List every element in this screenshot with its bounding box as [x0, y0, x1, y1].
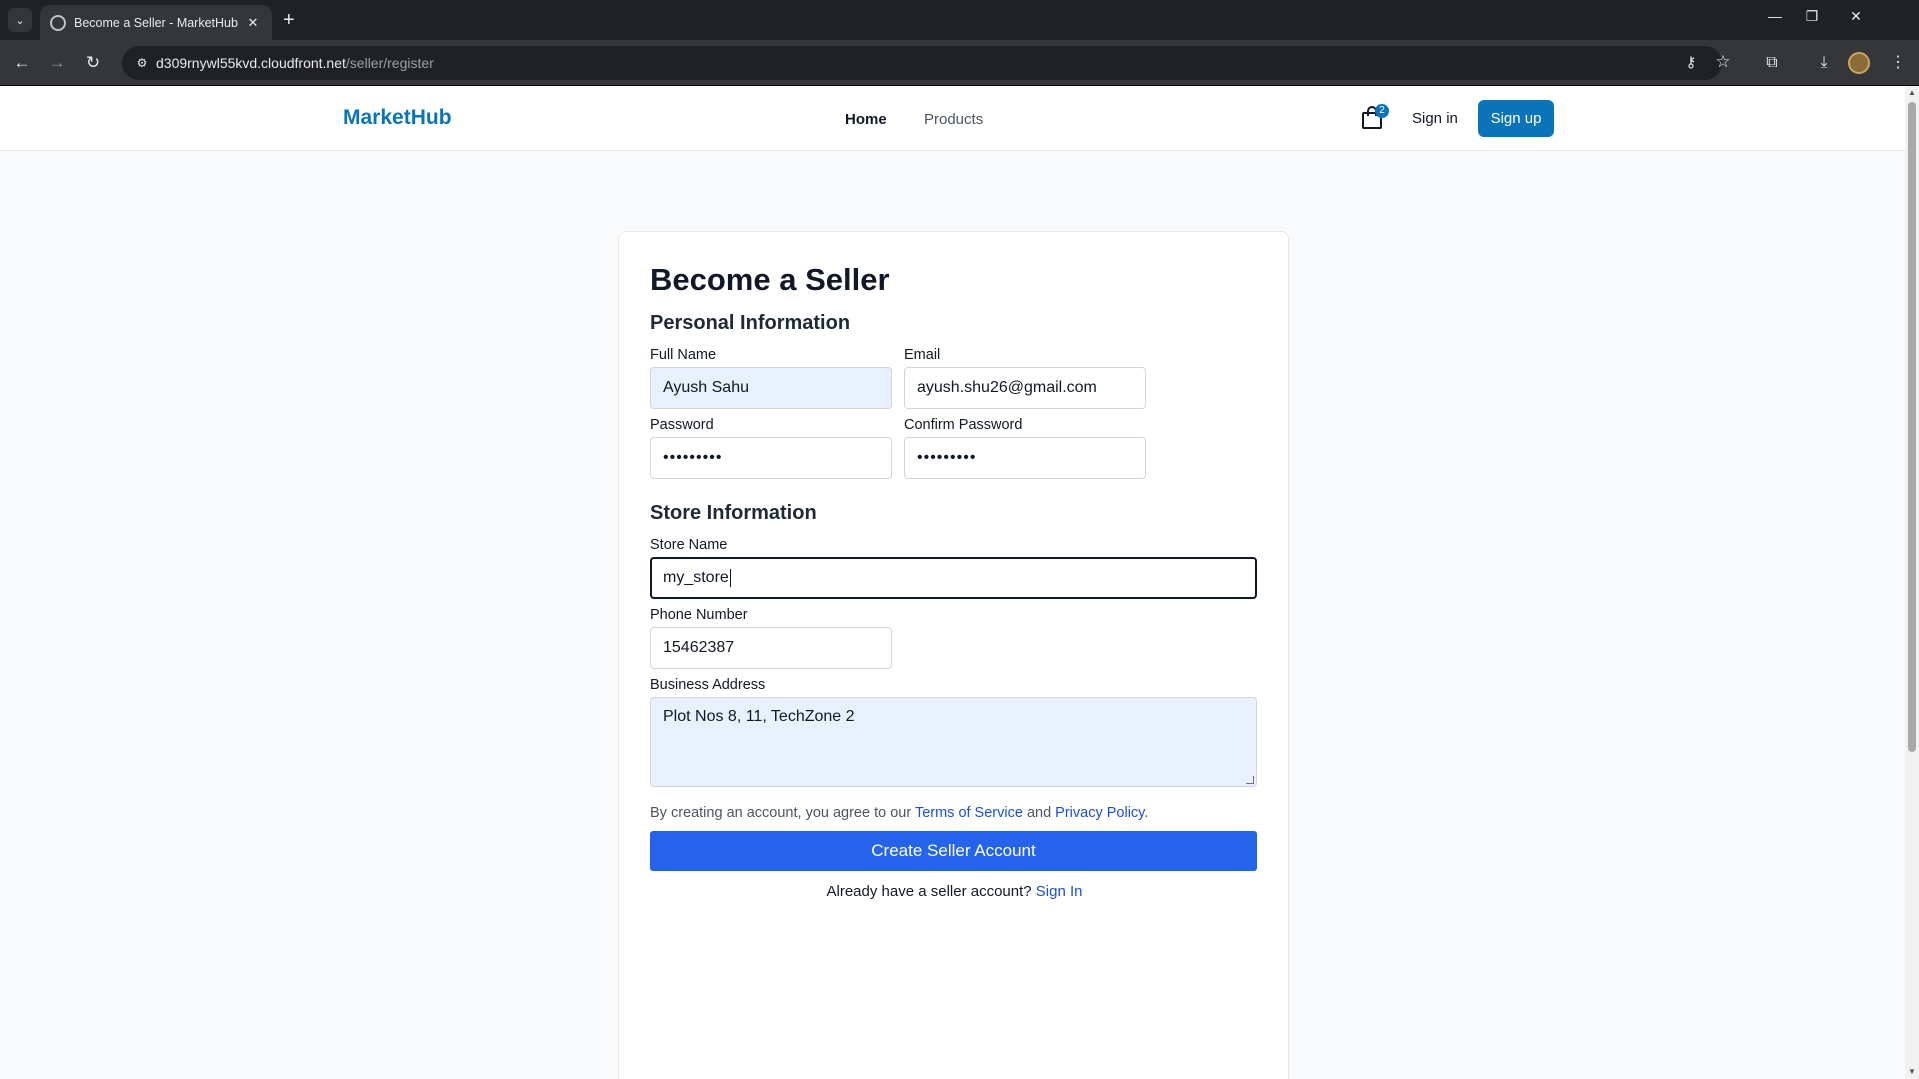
privacy-link[interactable]: Privacy Policy	[1055, 805, 1144, 821]
already-text: Already have a seller account?	[826, 883, 1036, 900]
download-icon[interactable]: ⤓	[1812, 51, 1836, 75]
already-have-account: Already have a seller account? Sign In	[619, 883, 1290, 900]
browser-tab[interactable]: Become a Seller - MarketHub ✕	[40, 5, 272, 40]
password-label: Password	[650, 417, 714, 433]
full-name-input[interactable]: Ayush Sahu	[650, 367, 892, 409]
password-input[interactable]: •••••••••	[650, 437, 892, 479]
phone-label: Phone Number	[650, 607, 748, 623]
globe-icon	[50, 14, 66, 31]
page-scrollbar[interactable]: ▲ ▼	[1905, 86, 1919, 1079]
create-seller-account-button[interactable]: Create Seller Account	[650, 831, 1257, 871]
page-viewport: MarketHub Home Products 2 Sign in Sign u…	[0, 86, 1905, 1079]
close-icon[interactable]: ✕	[244, 15, 262, 31]
nav-products[interactable]: Products	[924, 111, 983, 128]
bookmark-star-icon[interactable]: ☆	[1712, 52, 1734, 72]
signin-link[interactable]: Sign in	[1412, 110, 1458, 127]
scroll-up-icon[interactable]: ▲	[1905, 86, 1919, 100]
terms-link[interactable]: Terms of Service	[915, 805, 1023, 821]
url-text[interactable]: d309rnywl55kvd.cloudfront.net/seller/reg…	[156, 55, 434, 71]
full-name-label: Full Name	[650, 347, 717, 363]
cart-icon[interactable]: 2	[1360, 104, 1389, 132]
address-bar[interactable]: ⚙ d309rnywl55kvd.cloudfront.net/seller/r…	[122, 46, 1731, 80]
address-label: Business Address	[650, 677, 766, 693]
forward-icon[interactable]: →	[45, 51, 69, 75]
minimize-icon[interactable]: —	[1755, 8, 1795, 24]
confirm-password-input[interactable]: •••••••••	[904, 437, 1146, 479]
url-host: d309rnywl55kvd.cloudfront.net	[156, 55, 346, 71]
new-tab-icon[interactable]: +	[283, 9, 295, 31]
extensions-icon[interactable]: ⧉	[1760, 51, 1784, 75]
back-icon[interactable]: ←	[10, 51, 34, 75]
address-value: Plot Nos 8, 11, TechZone 2	[663, 708, 855, 725]
scroll-down-icon[interactable]: ▼	[1905, 1065, 1919, 1079]
url-path: /seller/register	[345, 55, 434, 71]
site-info-icon[interactable]: ⚙	[132, 53, 152, 73]
browser-toolbar: ← → ↻ ⚙ d309rnywl55kvd.cloudfront.net/se…	[0, 40, 1919, 86]
tab-title: Become a Seller - MarketHub	[74, 15, 238, 30]
menu-kebab-icon[interactable]: ⋮	[1886, 51, 1910, 75]
seller-signin-link[interactable]: Sign In	[1036, 883, 1083, 900]
terms-text: By creating an account, you agree to our…	[650, 805, 1148, 821]
phone-input[interactable]: 15462387	[650, 627, 892, 669]
tab-search-icon[interactable]: ⌄	[8, 8, 32, 32]
confirm-password-label: Confirm Password	[904, 417, 1023, 433]
window-close-icon[interactable]: ✕	[1836, 8, 1876, 25]
store-name-input[interactable]: my_store	[650, 557, 1257, 599]
cart-count-badge: 2	[1375, 104, 1389, 118]
terms-and: and	[1022, 805, 1056, 821]
nav-home[interactable]: Home	[845, 111, 887, 128]
address-textarea[interactable]: Plot Nos 8, 11, TechZone 2	[650, 697, 1257, 787]
terms-suffix: .	[1144, 805, 1149, 821]
personal-info-heading: Personal Information	[650, 312, 851, 334]
email-input[interactable]: ayush.shu26@gmail.com	[904, 367, 1146, 409]
profile-avatar[interactable]	[1848, 52, 1870, 74]
page-title: Become a Seller	[650, 262, 890, 297]
scrollbar-thumb[interactable]	[1908, 102, 1916, 752]
signup-button[interactable]: Sign up	[1478, 100, 1554, 137]
site-header: MarketHub Home Products 2 Sign in Sign u…	[0, 86, 1905, 151]
restore-icon[interactable]: ❐	[1792, 8, 1832, 25]
browser-tab-bar: ⌄ Become a Seller - MarketHub ✕ + — ❐ ✕	[0, 0, 1919, 40]
reload-icon[interactable]: ↻	[81, 51, 105, 75]
logo[interactable]: MarketHub	[343, 106, 452, 130]
email-label: Email	[904, 347, 941, 363]
store-name-label: Store Name	[650, 537, 728, 553]
text-caret	[729, 568, 731, 587]
terms-prefix: By creating an account, you agree to our	[650, 805, 915, 821]
store-name-value: my_store	[663, 569, 729, 586]
store-info-heading: Store Information	[650, 502, 817, 524]
password-key-icon[interactable]: ⚷	[1680, 53, 1702, 71]
resize-handle-icon[interactable]	[1246, 776, 1254, 784]
seller-register-card: Become a Seller Personal Information Ful…	[618, 231, 1289, 1079]
